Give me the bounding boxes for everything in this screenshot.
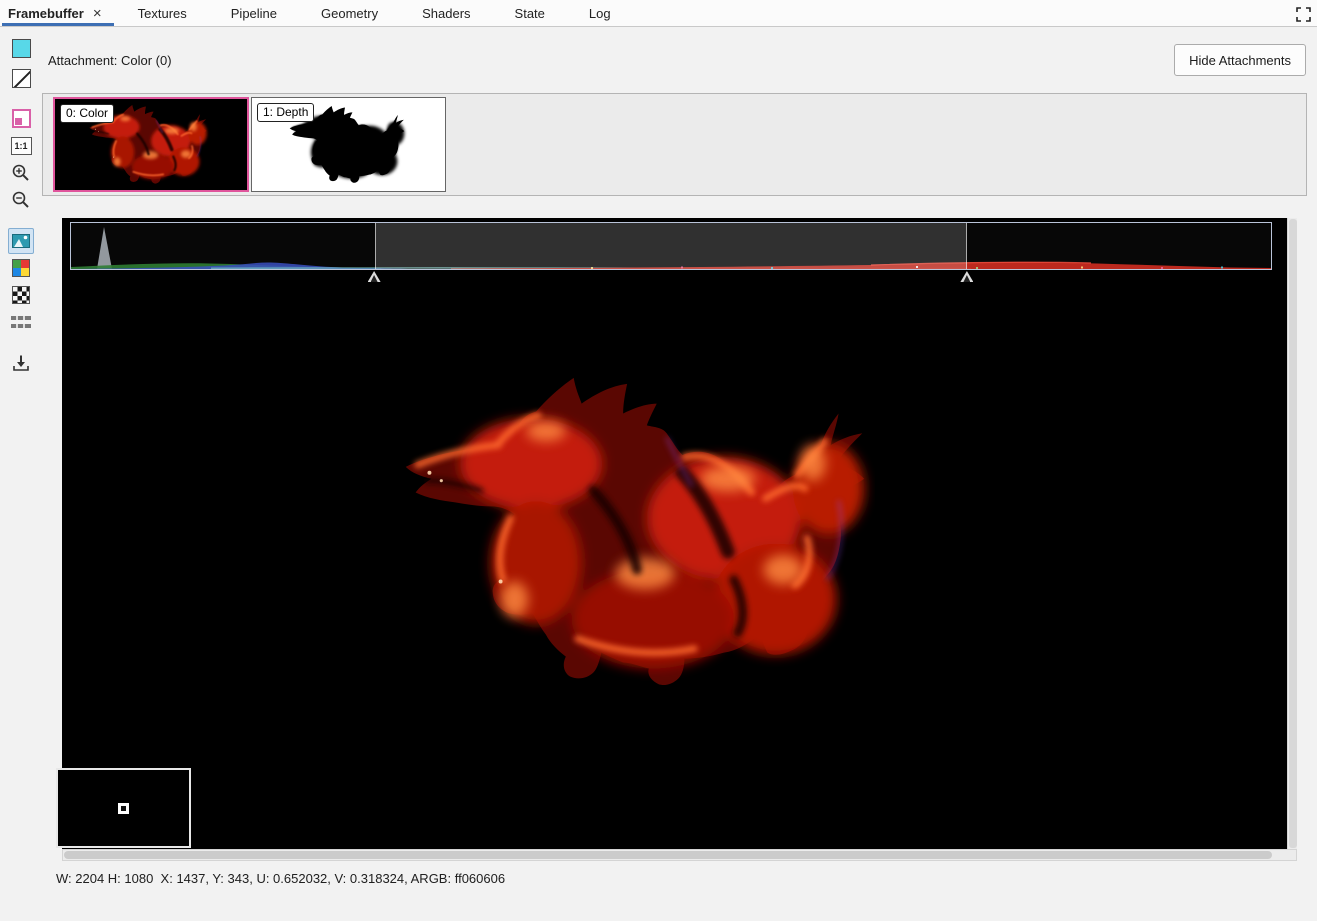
- checkerboard-button[interactable]: [8, 282, 34, 308]
- attachment-label: Attachment: Color (0): [48, 53, 172, 68]
- attachment-thumb-label: 0: Color: [60, 104, 114, 123]
- image-icon: [12, 234, 30, 248]
- tab-log[interactable]: Log: [567, 0, 633, 26]
- vertical-scrollbar[interactable]: [1287, 218, 1297, 849]
- horizontal-scrollbar-thumb[interactable]: [64, 851, 1272, 859]
- histogram-range-control[interactable]: [62, 218, 1287, 278]
- tab-textures[interactable]: Textures: [116, 0, 209, 26]
- tab-label: Pipeline: [231, 6, 277, 21]
- pixel-context-overlay: [56, 768, 191, 848]
- rendered-dragon-texture: [395, 370, 875, 706]
- zoom-in-icon: [11, 163, 31, 183]
- vertical-scrollbar-thumb[interactable]: [1289, 219, 1297, 848]
- background-color-swatch-button[interactable]: [8, 35, 34, 61]
- range-bars-icon: [11, 316, 31, 328]
- tab-state[interactable]: State: [493, 0, 567, 26]
- hide-attachments-button[interactable]: Hide Attachments: [1174, 44, 1306, 76]
- save-download-icon: [12, 354, 30, 372]
- rgba-channels-icon: [12, 259, 30, 277]
- tab-bar: Framebuffer × Textures Pipeline Geometry…: [0, 0, 1317, 27]
- range-bars-button[interactable]: [8, 309, 34, 335]
- range-max-handle[interactable]: [960, 271, 973, 282]
- diagonal-line-icon: [12, 69, 31, 88]
- fullscreen-icon[interactable]: [1294, 5, 1312, 23]
- overlay-color-swatch-button[interactable]: [8, 105, 34, 131]
- tab-label: State: [515, 6, 545, 21]
- zoom-in-button[interactable]: [8, 160, 34, 186]
- pixel-status-text: W: 2204 H: 1080 X: 1437, Y: 343, U: 0.65…: [56, 871, 505, 886]
- zoom-out-icon: [11, 190, 31, 210]
- tab-label: Geometry: [321, 6, 378, 21]
- checkerboard-icon: [12, 286, 30, 304]
- attachments-panel: 0: Color 1: Depth: [42, 93, 1307, 196]
- attachment-thumb-depth[interactable]: 1: Depth: [251, 97, 446, 192]
- attachment-thumb-label: 1: Depth: [257, 103, 314, 122]
- overlay-color-icon: [12, 109, 31, 128]
- background-color-icon: [12, 39, 31, 58]
- histogram-range-overlay[interactable]: [375, 223, 968, 269]
- save-texture-button[interactable]: [8, 350, 34, 376]
- tab-framebuffer[interactable]: Framebuffer ×: [0, 0, 116, 26]
- picked-pixel-marker: [118, 803, 129, 814]
- attachment-thumb-color[interactable]: 0: Color: [53, 97, 249, 192]
- fit-image-button[interactable]: [8, 228, 34, 254]
- rgba-channels-button[interactable]: [8, 255, 34, 281]
- tab-shaders[interactable]: Shaders: [400, 0, 492, 26]
- tab-label: Textures: [138, 6, 187, 21]
- tab-geometry[interactable]: Geometry: [299, 0, 400, 26]
- horizontal-scrollbar[interactable]: [62, 849, 1297, 861]
- tab-label: Log: [589, 6, 611, 21]
- histogram-inner: [70, 222, 1272, 270]
- tab-label: Framebuffer: [8, 6, 84, 21]
- zoom-actual-size-button[interactable]: 1:1: [8, 133, 34, 159]
- alpha-background-button[interactable]: [8, 65, 34, 91]
- tab-close-icon[interactable]: ×: [93, 6, 102, 21]
- tab-pipeline[interactable]: Pipeline: [209, 0, 299, 26]
- range-min-handle[interactable]: [368, 271, 381, 282]
- texture-viewport[interactable]: [62, 278, 1287, 849]
- texture-viewer-toolbar: 1:1: [0, 28, 42, 921]
- tab-label: Shaders: [422, 6, 470, 21]
- zoom-out-button[interactable]: [8, 187, 34, 213]
- one-to-one-icon: 1:1: [11, 137, 32, 155]
